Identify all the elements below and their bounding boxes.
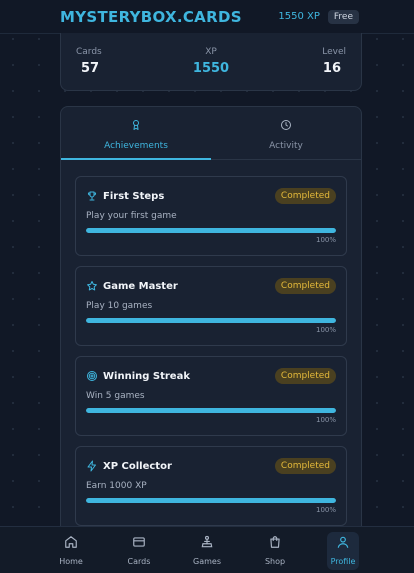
status-badge: Completed xyxy=(274,188,336,204)
stat-label: XP xyxy=(205,47,217,57)
trophy-icon xyxy=(86,190,98,202)
home-icon xyxy=(64,534,78,553)
achievement-description: Play 10 games xyxy=(86,301,153,311)
user-icon xyxy=(336,534,350,553)
achievement-card: Winning Streak Completed Win 5 games 100… xyxy=(75,356,347,436)
nav-games[interactable]: Games xyxy=(173,527,241,573)
stat-value: 16 xyxy=(322,61,341,76)
achievement-card: First Steps Completed Play your first ga… xyxy=(75,176,347,256)
stat-value: 57 xyxy=(81,61,100,76)
achievement-description: Win 5 games xyxy=(86,391,145,401)
nav-label: Home xyxy=(59,557,83,566)
nav-label: Shop xyxy=(264,557,286,566)
stat-xp: XP 1550 xyxy=(181,47,241,90)
nav-shop[interactable]: Shop xyxy=(241,527,309,573)
plan-badge: Free xyxy=(327,9,359,24)
progress-bar xyxy=(86,228,336,233)
joystick-icon xyxy=(200,534,214,553)
star-icon xyxy=(86,280,98,292)
progress-bar xyxy=(86,408,336,413)
achievement-list: First Steps Completed Play your first ga… xyxy=(61,160,361,526)
nav-home[interactable]: Home xyxy=(37,527,105,573)
bottom-nav: Home Cards Games Shop Profile xyxy=(0,526,414,573)
brand-logo[interactable]: MYSTERYBOX.CARDS xyxy=(60,8,242,26)
tab-label: Achievements xyxy=(104,140,168,151)
achievement-title: First Steps xyxy=(103,190,165,202)
stats-card: Cards 57 XP 1550 Level 16 xyxy=(60,33,362,91)
status-badge: Completed xyxy=(274,368,336,384)
profile-panel: Achievements Activity First Steps Comple… xyxy=(60,106,362,546)
achievement-title: Winning Streak xyxy=(103,370,190,382)
progress-fill xyxy=(86,318,336,323)
progress-percent: 100% xyxy=(315,416,336,424)
tab-label: Activity xyxy=(269,140,303,151)
achievement-description: Play your first game xyxy=(86,211,177,221)
nav-profile[interactable]: Profile xyxy=(309,527,377,573)
card-icon xyxy=(132,534,146,553)
progress-fill xyxy=(86,408,336,413)
tab-achievements[interactable]: Achievements xyxy=(61,107,211,160)
nav-label: Cards xyxy=(127,557,151,566)
nav-label: Profile xyxy=(330,557,356,566)
progress-percent: 100% xyxy=(315,506,336,514)
clock-icon xyxy=(280,116,292,135)
achievement-card: Game Master Completed Play 10 games 100% xyxy=(75,266,347,346)
lightning-icon xyxy=(86,460,98,472)
status-badge: Completed xyxy=(274,458,336,474)
nav-cards[interactable]: Cards xyxy=(105,527,173,573)
progress-fill xyxy=(86,228,336,233)
progress-percent: 100% xyxy=(315,236,336,244)
medal-icon xyxy=(130,116,142,135)
stat-level: Level 16 xyxy=(286,47,346,90)
progress-bar xyxy=(86,318,336,323)
nav-label: Games xyxy=(193,557,221,566)
stat-value: 1550 xyxy=(192,61,230,76)
stat-cards: Cards 57 xyxy=(76,47,136,90)
shopping-bag-icon xyxy=(268,534,282,553)
target-icon xyxy=(86,370,98,382)
progress-fill xyxy=(86,498,336,503)
tab-activity[interactable]: Activity xyxy=(211,107,361,159)
achievement-card: XP Collector Completed Earn 1000 XP 100% xyxy=(75,446,347,526)
achievement-title: XP Collector xyxy=(103,460,172,472)
status-badge: Completed xyxy=(274,278,336,294)
xp-counter: 1550 XP xyxy=(278,11,320,22)
stat-label: Cards xyxy=(76,47,102,57)
achievement-description: Earn 1000 XP xyxy=(86,481,147,491)
tab-bar: Achievements Activity xyxy=(61,107,361,160)
progress-bar xyxy=(86,498,336,503)
stat-label: Level xyxy=(322,47,346,57)
top-header: MYSTERYBOX.CARDS 1550 XP Free xyxy=(0,0,414,34)
achievement-title: Game Master xyxy=(103,280,178,292)
progress-percent: 100% xyxy=(315,326,336,334)
header-right: 1550 XP Free xyxy=(278,9,359,24)
